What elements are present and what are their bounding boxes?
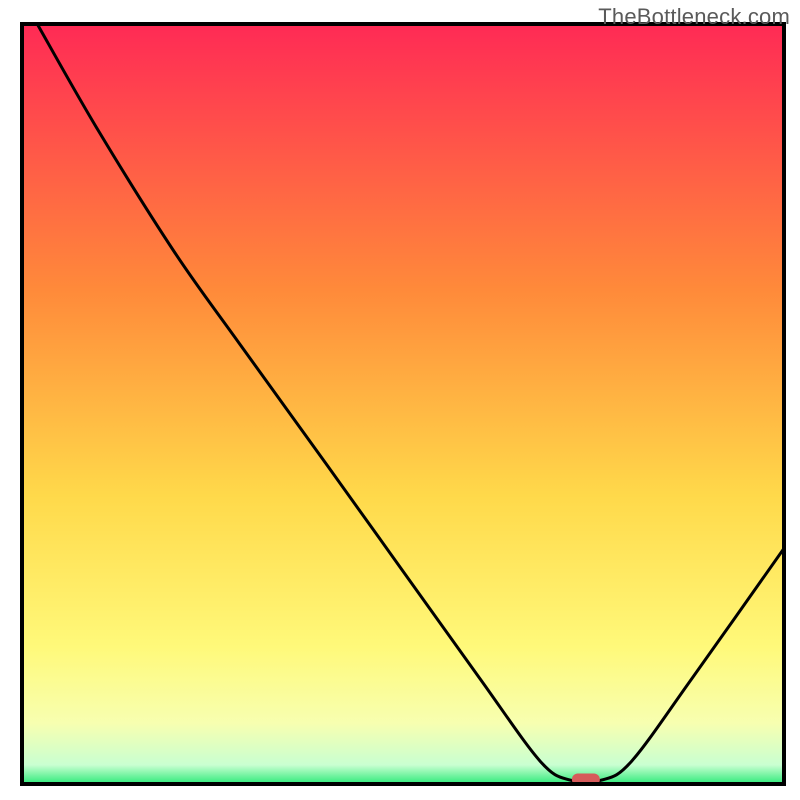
plot-background	[22, 24, 784, 784]
chart-container: TheBottleneck.com	[0, 0, 800, 800]
watermark-text: TheBottleneck.com	[598, 4, 790, 30]
bottleneck-chart	[0, 0, 800, 800]
